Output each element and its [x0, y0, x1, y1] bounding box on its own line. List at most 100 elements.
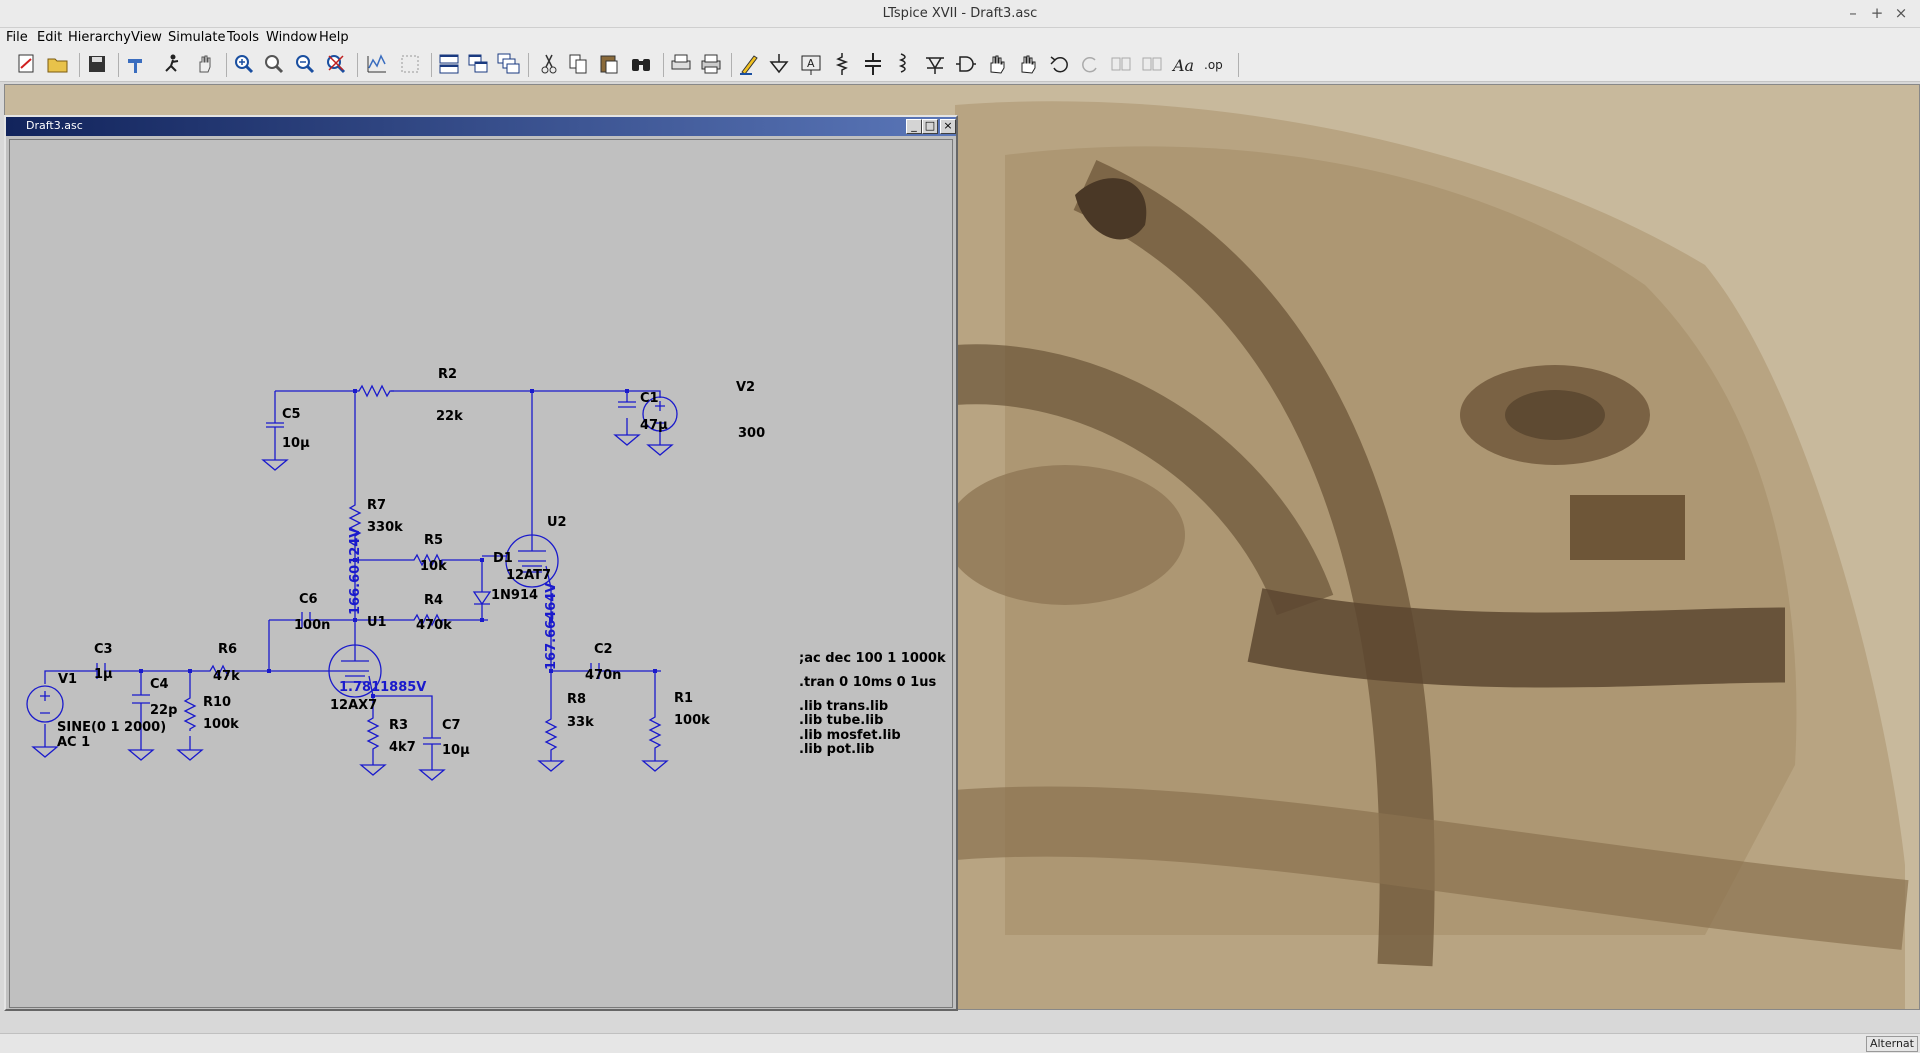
directive-lib-mosfet[interactable]: .lib mosfet.lib: [799, 728, 901, 743]
diode-d1[interactable]: [472, 591, 492, 620]
capacitor-icon[interactable]: [860, 50, 886, 78]
resistor-r3[interactable]: [366, 714, 380, 752]
u2-cathode-voltage: 167.66464V: [544, 583, 559, 670]
rotate-icon[interactable]: [1108, 50, 1134, 78]
control-panel-hammer-icon[interactable]: [123, 50, 149, 78]
schematic-window[interactable]: Draft3.asc _ □ × R2 22k C5 10µ C1 47µ V2…: [4, 115, 958, 1011]
directive-lib-pot[interactable]: .lib pot.lib: [799, 742, 874, 757]
capacitor-c1[interactable]: [618, 401, 636, 408]
halt-hand-icon[interactable]: [192, 50, 218, 78]
menu-hierarchy[interactable]: Hierarchy: [68, 30, 131, 45]
u2-value: 12AT7: [506, 568, 551, 583]
directive-tran[interactable]: .tran 0 10ms 0 1us: [799, 675, 936, 690]
schematic-window-titlebar[interactable]: Draft3.asc _ □ ×: [6, 117, 956, 136]
drag-hand-icon[interactable]: [1015, 50, 1041, 78]
save-icon[interactable]: [84, 50, 110, 78]
mirror-icon[interactable]: [1139, 50, 1165, 78]
print-icon[interactable]: [698, 50, 724, 78]
tile-vertical-icon[interactable]: [465, 50, 491, 78]
menu-bar: File Edit Hierarchy View Simulate Tools …: [0, 28, 1920, 48]
undo-icon[interactable]: [1047, 50, 1073, 78]
menu-simulate[interactable]: Simulate: [168, 30, 225, 45]
directive-lib-tube[interactable]: .lib tube.lib: [799, 713, 883, 728]
new-schematic-icon[interactable]: [13, 50, 39, 78]
ground-icon[interactable]: [766, 50, 792, 78]
window-maximize-button[interactable]: +: [1867, 3, 1887, 23]
directive-ac[interactable]: ;ac dec 100 1 1000k: [799, 651, 946, 666]
c1-value: 47µ: [640, 418, 668, 433]
schematic-close-button[interactable]: ×: [940, 119, 956, 134]
r8-label: R8: [567, 692, 586, 707]
c6-label: C6: [299, 592, 318, 607]
zoom-pan-icon[interactable]: [261, 50, 287, 78]
spice-directive-icon[interactable]: .op: [1202, 50, 1228, 78]
run-icon[interactable]: [160, 50, 186, 78]
tile-horizontal-icon[interactable]: [436, 50, 462, 78]
text-icon[interactable]: Aa: [1171, 50, 1197, 78]
redo-icon[interactable]: [1077, 50, 1103, 78]
u1-value: 12AX7: [330, 698, 377, 713]
autoscale-icon[interactable]: [364, 50, 390, 78]
resistor-r2[interactable]: [355, 384, 394, 398]
copy-icon[interactable]: [565, 50, 591, 78]
r1-label: R1: [674, 691, 693, 706]
r2-value: 22k: [436, 409, 463, 424]
menu-help[interactable]: Help: [319, 30, 349, 45]
diode-icon[interactable]: [922, 50, 948, 78]
window-title: LTspice XVII - Draft3.asc: [882, 6, 1038, 21]
c4-value: 22p: [150, 703, 177, 718]
directive-lib-trans[interactable]: .lib trans.lib: [799, 699, 888, 714]
c5-label: C5: [282, 407, 301, 422]
schematic-window-title: Draft3.asc: [26, 119, 83, 132]
c4-label: C4: [150, 677, 169, 692]
schematic-canvas[interactable]: R2 22k C5 10µ C1 47µ V2 300 R7 330k U2 1…: [9, 139, 953, 1008]
r8-value: 33k: [567, 715, 594, 730]
ground-v1: [31, 746, 59, 758]
capacitor-c4[interactable]: [132, 694, 150, 704]
schematic-drawing[interactable]: R2 22k C5 10µ C1 47µ V2 300 R7 330k U2 1…: [10, 140, 954, 1009]
print-preview-icon[interactable]: [668, 50, 694, 78]
delete-trace-icon[interactable]: [397, 50, 423, 78]
r6-value: 47k: [213, 669, 240, 684]
ground-c4: [127, 749, 155, 761]
v2-label: V2: [736, 380, 755, 395]
menu-edit[interactable]: Edit: [37, 30, 62, 45]
window-close-button[interactable]: ×: [1891, 3, 1911, 23]
resistor-r1[interactable]: [648, 713, 662, 751]
ground-c7: [418, 769, 446, 781]
c3-label: C3: [94, 642, 113, 657]
c7-label: C7: [442, 718, 461, 733]
resistor-r10[interactable]: [183, 694, 197, 731]
paste-icon[interactable]: [596, 50, 622, 78]
zoom-fit-icon[interactable]: [323, 50, 349, 78]
zoom-out-icon[interactable]: [292, 50, 318, 78]
resistor-icon[interactable]: [829, 50, 855, 78]
capacitor-c7[interactable]: [423, 737, 441, 745]
draw-wire-pencil-icon[interactable]: [736, 50, 762, 78]
zoom-in-icon[interactable]: [231, 50, 257, 78]
schematic-minimize-button[interactable]: _: [906, 119, 922, 134]
d1-label: D1: [493, 551, 513, 566]
cascade-icon[interactable]: [495, 50, 521, 78]
menu-file[interactable]: File: [6, 30, 28, 45]
window-titlebar: LTspice XVII - Draft3.asc – + ×: [0, 0, 1920, 28]
menu-window[interactable]: Window: [266, 30, 317, 45]
schematic-restore-button[interactable]: □: [922, 119, 938, 134]
component-icon[interactable]: [952, 50, 978, 78]
menu-view[interactable]: View: [131, 30, 162, 45]
resistor-r8[interactable]: [544, 715, 558, 753]
cut-scissors-icon[interactable]: [536, 50, 562, 78]
open-folder-icon[interactable]: [45, 50, 71, 78]
find-binoculars-icon[interactable]: [628, 50, 654, 78]
r10-label: R10: [203, 695, 231, 710]
c2-label: C2: [594, 642, 613, 657]
svg-text:A: A: [807, 57, 815, 70]
menu-tools[interactable]: Tools: [227, 30, 259, 45]
label-net-icon[interactable]: A: [798, 50, 824, 78]
r10-value: 100k: [203, 717, 239, 732]
window-minimize-button[interactable]: –: [1843, 3, 1863, 23]
inductor-icon[interactable]: [890, 50, 916, 78]
u2-label: U2: [547, 515, 567, 530]
c1-label: C1: [640, 391, 659, 406]
move-hand-icon[interactable]: [984, 50, 1010, 78]
